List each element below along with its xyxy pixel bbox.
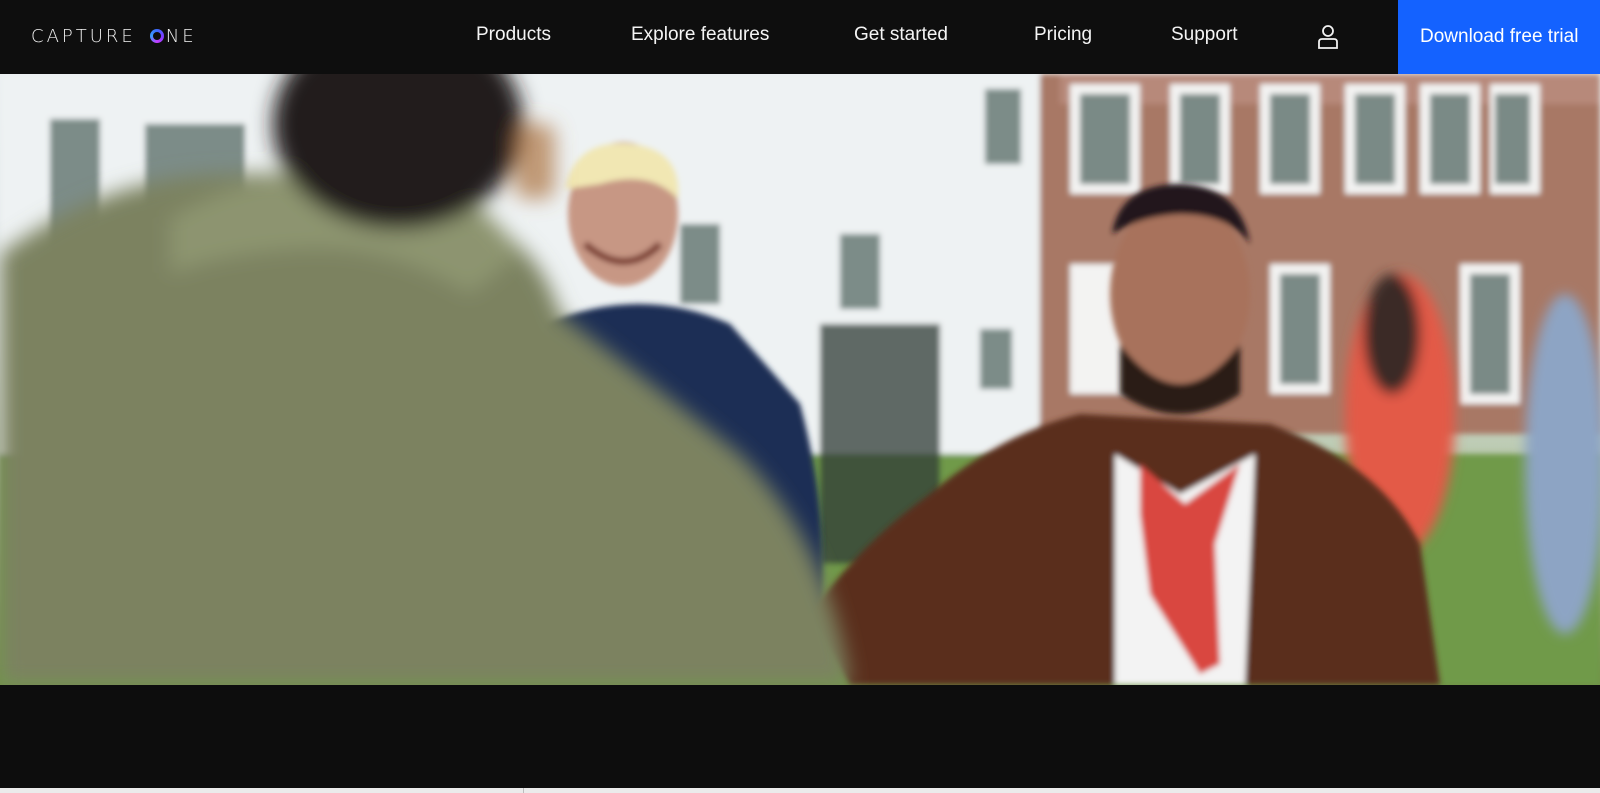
nav-item-support[interactable]: Support [1171,24,1238,46]
content-section-dark [0,685,1600,793]
nav-item-pricing[interactable]: Pricing [1034,24,1092,46]
capture-one-logo[interactable]: CAPTURE NE [31,24,197,48]
logo-o-mark-icon [149,29,164,43]
nav-item-products[interactable]: Products [476,24,551,46]
hero-photo [0,74,1600,685]
logo-text-suffix: NE [165,25,197,47]
nav-item-get-started[interactable]: Get started [854,24,948,46]
top-navbar: CAPTURE NE Products Explore features Get… [0,0,1600,74]
hero-video [0,74,1600,685]
nav-item-explore-features[interactable]: Explore features [631,24,769,46]
section-divider [523,788,524,793]
logo-text-prefix: CAPTURE [31,25,136,47]
content-section-edge [0,788,1600,793]
user-icon[interactable] [1316,24,1340,50]
download-free-trial-button[interactable]: Download free trial [1398,0,1600,74]
